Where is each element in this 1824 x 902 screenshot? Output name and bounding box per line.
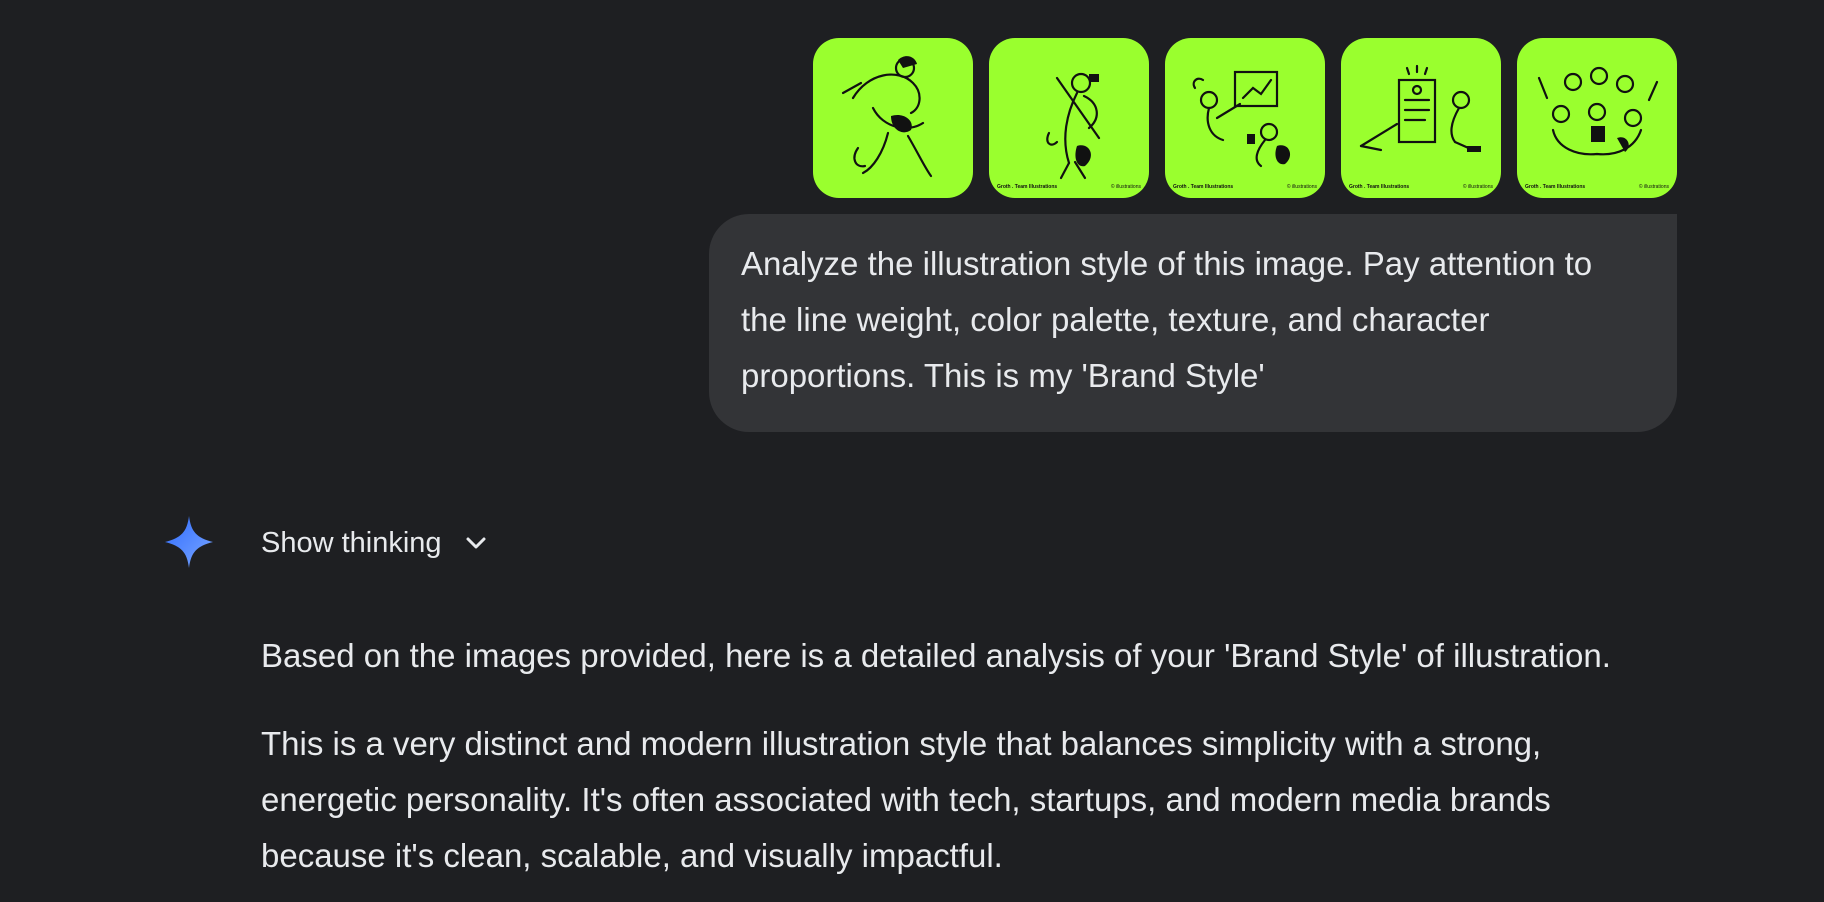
thumb-caption-right: © illustrations: [1110, 184, 1141, 190]
response-paragraph: This is a very distinct and modern illus…: [261, 725, 1551, 874]
illustration-guitarist-icon: [1046, 72, 1101, 180]
assistant-avatar: [165, 514, 213, 570]
thumb-caption-right: © illustrations: [1638, 184, 1669, 190]
attachment-thumbnail-3[interactable]: Groth . Team Illustrations © illustratio…: [1165, 38, 1325, 198]
attachment-thumbnail-1[interactable]: [813, 38, 973, 198]
illustration-group-icon: [1537, 66, 1659, 156]
attachment-thumbnail-4[interactable]: Groth . Team Illustrations © illustratio…: [1341, 38, 1501, 198]
chevron-down-icon: [466, 537, 486, 549]
show-thinking-toggle[interactable]: Show thinking: [261, 521, 490, 565]
attachment-thumbnails: Groth . Team Illustrations © illustratio…: [813, 38, 1677, 198]
attachment-thumbnail-2[interactable]: Groth . Team Illustrations © illustratio…: [989, 38, 1149, 198]
thumb-caption-left: Groth . Team Illustrations: [1173, 184, 1234, 190]
assistant-response: Based on the images provided, here is a …: [261, 628, 1661, 902]
illustration-presentation-icon: [1192, 70, 1291, 168]
illustration-rider-icon: [841, 56, 933, 178]
show-thinking-label: Show thinking: [261, 526, 442, 559]
thumb-caption-left: Groth . Team Illustrations: [1349, 184, 1410, 190]
response-paragraph: Based on the images provided, here is a …: [261, 637, 1611, 674]
attachment-thumbnail-5[interactable]: Groth . Team Illustrations © illustratio…: [1517, 38, 1677, 198]
gemini-spark-icon: [165, 516, 213, 568]
thumb-caption-left: Groth . Team Illustrations: [997, 184, 1058, 190]
thumb-caption-right: © illustrations: [1462, 184, 1493, 190]
illustration-document-icon: [1359, 64, 1481, 152]
thumb-caption-left: Groth . Team Illustrations: [1525, 184, 1586, 190]
thumb-caption-right: © illustrations: [1286, 184, 1317, 190]
user-message-bubble: Analyze the illustration style of this i…: [709, 214, 1677, 432]
